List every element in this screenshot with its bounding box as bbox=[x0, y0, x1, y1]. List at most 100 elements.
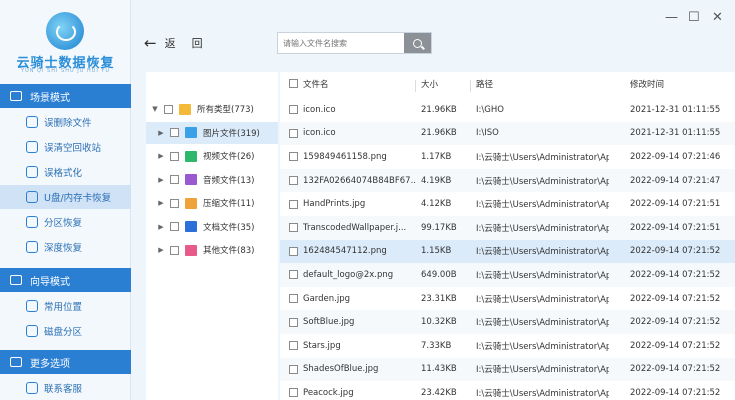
table-row[interactable]: default_logo@2x.png 649.00B I:\云骑士\Users\A… bbox=[280, 263, 735, 287]
location-icon bbox=[26, 300, 38, 312]
table-row[interactable]: ShadesOfBlue.jpg 11.43KB I:\云骑士\Users\Admi… bbox=[280, 357, 735, 382]
file-type-icon bbox=[185, 127, 197, 138]
row-checkbox[interactable] bbox=[289, 105, 298, 115]
table-row[interactable]: 132FA02664074B84BF67... 4.19KB I:\云骑士\User… bbox=[280, 168, 735, 193]
back-button[interactable]: 返 bbox=[165, 35, 176, 51]
tree-checkbox[interactable] bbox=[170, 128, 179, 137]
row-checkbox[interactable] bbox=[289, 270, 298, 280]
menu-icon bbox=[10, 357, 22, 367]
file-type-icon bbox=[185, 150, 197, 162]
row-checkbox[interactable] bbox=[289, 364, 298, 374]
file-size: 4.12KB bbox=[421, 199, 452, 210]
row-checkbox[interactable] bbox=[289, 388, 298, 398]
expand-toggle-icon[interactable]: ▶ bbox=[156, 223, 166, 231]
column-divider[interactable] bbox=[415, 80, 416, 92]
search-button[interactable] bbox=[404, 33, 431, 53]
table-row[interactable]: 159849461158.png 1.17KB I:\云骑士\Users\Admin… bbox=[280, 145, 735, 169]
nav-usb-card-recovery[interactable]: U盘/内存卡恢复 bbox=[0, 185, 131, 209]
tree-item-label: 其他文件(83) bbox=[203, 246, 255, 256]
search-input[interactable] bbox=[278, 33, 404, 53]
table-row[interactable]: Stars.jpg 7.33KB I:\云骑士\Users\Administrato… bbox=[280, 334, 735, 358]
row-checkbox[interactable] bbox=[289, 317, 298, 327]
file-size: 10.32KB bbox=[421, 317, 457, 328]
table-row[interactable]: Garden.jpg 23.31KB I:\云骑士\Users\Administra… bbox=[280, 287, 735, 311]
close-button[interactable]: ✕ bbox=[712, 10, 723, 25]
row-checkbox[interactable] bbox=[289, 246, 298, 256]
row-checkbox[interactable] bbox=[289, 152, 298, 162]
file-path: I:\云骑士\Users\Administrator\Ap... bbox=[476, 341, 609, 352]
file-type-icon bbox=[185, 174, 197, 185]
tree-checkbox[interactable] bbox=[170, 222, 179, 231]
brand-subtitle: YUN QI SHI SHU JU HUI FU bbox=[21, 68, 110, 74]
row-checkbox[interactable] bbox=[289, 294, 298, 304]
file-name: Garden.jpg bbox=[303, 293, 351, 304]
tree-item-label: 文档文件(35) bbox=[203, 222, 255, 233]
col-header-path[interactable]: 路径 bbox=[476, 78, 609, 90]
search-box bbox=[277, 32, 432, 54]
expand-toggle-icon[interactable]: ▼ bbox=[150, 105, 160, 113]
file-path: I:\云骑士\Users\Administrator\Ap... bbox=[476, 247, 609, 258]
file-date: 2022-09-14 07:21:46 bbox=[630, 151, 721, 162]
file-type-icon bbox=[185, 244, 197, 256]
nav-deep-recovery[interactable]: 深度恢复 bbox=[0, 235, 131, 259]
expand-toggle-icon[interactable]: ▶ bbox=[156, 129, 166, 137]
column-divider[interactable] bbox=[470, 80, 471, 92]
col-header-date[interactable]: 修改时间 bbox=[630, 78, 730, 90]
usb-card-icon bbox=[26, 191, 38, 203]
maximize-button[interactable]: ☐ bbox=[688, 10, 700, 25]
tree-item[interactable]: ▶ 音频文件(13) bbox=[146, 169, 278, 191]
tree-checkbox[interactable] bbox=[164, 104, 173, 114]
section-more-options[interactable]: 更多选项 bbox=[0, 350, 131, 374]
nav-deleted-files[interactable]: 误删除文件 bbox=[0, 110, 131, 134]
nav-partition-recovery[interactable]: 分区恢复 bbox=[0, 210, 131, 234]
col-header-size[interactable]: 大小 bbox=[421, 78, 471, 90]
file-date: 2022-09-14 07:21:51 bbox=[630, 222, 721, 233]
tree-item[interactable]: ▶ 压缩文件(11) bbox=[146, 192, 278, 214]
table-row[interactable]: TranscodedWallpaper.j... 99.17KB I:\云骑士\Us… bbox=[280, 216, 735, 240]
file-path: I:\云骑士\Users\Administrator\Ap... bbox=[476, 318, 609, 329]
file-list-header: 文件名 大小 路径 修改时间 bbox=[280, 72, 735, 96]
expand-toggle-icon[interactable]: ▶ bbox=[156, 199, 166, 207]
section-scene-mode[interactable]: 场景模式 bbox=[0, 84, 131, 108]
tree-item[interactable]: ▶ 文档文件(35) bbox=[146, 216, 278, 238]
section-wizard-mode[interactable]: 向导模式 bbox=[0, 268, 131, 292]
home-button[interactable]: 回 bbox=[192, 35, 203, 51]
expand-toggle-icon[interactable]: ▶ bbox=[156, 176, 166, 184]
table-row[interactable]: HandPrints.jpg 4.12KB I:\云骑士\Users\Adminis… bbox=[280, 192, 735, 216]
tree-item[interactable]: ▼ 所有类型(773) bbox=[146, 98, 278, 120]
expand-toggle-icon[interactable]: ▶ bbox=[156, 246, 166, 254]
tree-item[interactable]: ▶ 其他文件(83) bbox=[146, 239, 278, 261]
back-arrow-icon[interactable]: ← bbox=[144, 34, 157, 52]
select-all-checkbox[interactable] bbox=[289, 79, 298, 89]
file-path: I:\云骑士\Users\Administrator\Ap... bbox=[476, 200, 609, 211]
row-checkbox[interactable] bbox=[289, 199, 298, 209]
table-row[interactable]: SoftBlue.jpg 10.32KB I:\云骑士\Users\Administ… bbox=[280, 310, 735, 334]
minimize-button[interactable]: — bbox=[665, 10, 678, 25]
table-row[interactable]: Peacock.jpg 23.42KB I:\云骑士\Users\Administr… bbox=[280, 381, 735, 400]
tree-item[interactable]: ▶ 图片文件(319) bbox=[146, 121, 278, 144]
nav-disk-partitions[interactable]: 磁盘分区 bbox=[0, 319, 131, 343]
table-row[interactable]: 162484547112.png 1.15KB I:\云骑士\Users\Admin… bbox=[280, 239, 735, 264]
nav-formatted[interactable]: 误格式化 bbox=[0, 160, 131, 184]
file-name: default_logo@2x.png bbox=[303, 269, 394, 280]
row-checkbox[interactable] bbox=[289, 176, 298, 186]
table-row[interactable]: icon.ico 21.96KB I:\GHO 2021-12-31 01:11:55 bbox=[280, 98, 735, 122]
table-row[interactable]: icon.ico 21.96KB I:\ISO 2021-12-31 01:11:55 bbox=[280, 121, 735, 146]
file-name: TranscodedWallpaper.j... bbox=[303, 222, 407, 233]
back-nav: ← 返 回 bbox=[144, 34, 203, 52]
tree-checkbox[interactable] bbox=[170, 198, 179, 208]
nav-label: U盘/内存卡恢复 bbox=[44, 193, 112, 204]
tree-checkbox[interactable] bbox=[170, 175, 179, 184]
section-label: 向导模式 bbox=[30, 276, 70, 288]
nav-common-locations[interactable]: 常用位置 bbox=[0, 294, 131, 318]
expand-toggle-icon[interactable]: ▶ bbox=[156, 152, 166, 160]
nav-recycle-bin[interactable]: 误清空回收站 bbox=[0, 135, 131, 159]
tree-item[interactable]: ▶ 视频文件(26) bbox=[146, 145, 278, 167]
row-checkbox[interactable] bbox=[289, 341, 298, 351]
nav-contact-support[interactable]: 联系客服 bbox=[0, 376, 131, 400]
row-checkbox[interactable] bbox=[289, 128, 298, 138]
tree-checkbox[interactable] bbox=[170, 245, 179, 255]
row-checkbox[interactable] bbox=[289, 223, 298, 233]
col-header-name[interactable]: 文件名 bbox=[303, 78, 415, 90]
tree-checkbox[interactable] bbox=[170, 151, 179, 161]
